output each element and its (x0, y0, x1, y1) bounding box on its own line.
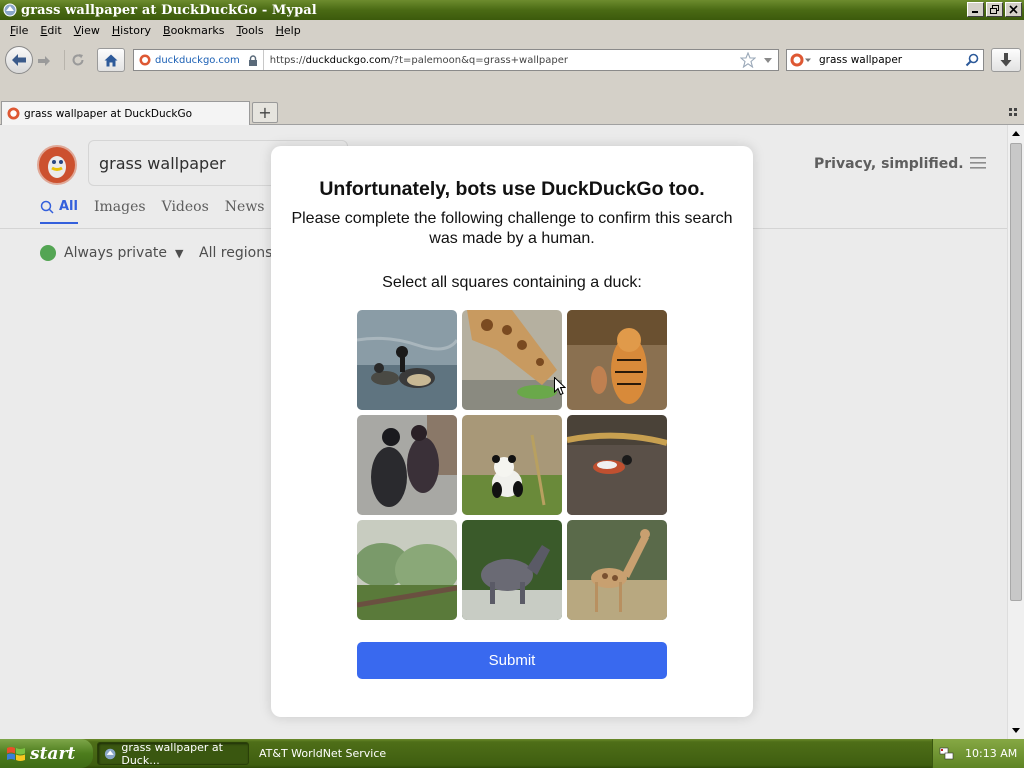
home-icon (104, 54, 118, 66)
start-button[interactable]: start (0, 739, 93, 768)
address-bar[interactable]: duckduckgo.com https://duckduckgo.com/?t… (133, 49, 779, 71)
windows-flag-icon (7, 746, 25, 761)
menu-view[interactable]: View (68, 24, 106, 37)
challenge-image-grid (357, 310, 667, 620)
challenge-tile-bushes[interactable] (357, 520, 457, 620)
challenge-tile-dark-ducks[interactable] (357, 415, 457, 515)
magnifier-icon[interactable] (965, 53, 979, 67)
tab-strip: grass wallpaper at DuckDuckGo + (0, 79, 1024, 125)
challenge-tile-duck-swimming[interactable] (567, 415, 667, 515)
menu-help[interactable]: Help (270, 24, 307, 37)
bushes-image (357, 520, 457, 620)
giraffe-eating-image (462, 310, 562, 410)
new-tab-button[interactable]: + (252, 102, 278, 123)
window-titlebar: grass wallpaper at DuckDuckGo - Mypal (0, 0, 1024, 20)
taskbar: start grass wallpaper at Duck... AT&T Wo… (0, 739, 1024, 768)
forward-button[interactable] (33, 51, 55, 71)
taskbar-item-worldnet[interactable]: AT&T WorldNet Service (253, 742, 403, 765)
menu-edit[interactable]: Edit (34, 24, 67, 37)
download-arrow-icon (1000, 53, 1012, 67)
minimize-icon (972, 11, 978, 13)
challenge-subtitle: Please complete the following challenge … (291, 210, 733, 247)
bookmark-star-icon[interactable] (740, 52, 756, 68)
chevron-down-icon[interactable] (763, 54, 773, 66)
taskbar-item-label: grass wallpaper at Duck... (121, 740, 223, 767)
lock-icon (248, 54, 257, 66)
challenge-title: Unfortunately, bots use DuckDuckGo too. (319, 178, 705, 200)
menubar: File Edit View History Bookmarks Tools H… (0, 20, 1024, 41)
scroll-down-button[interactable] (1008, 723, 1024, 739)
system-tray: 10:13 AM (932, 739, 1024, 768)
duckduckgo-engine-icon (790, 53, 804, 67)
nilgai-image (462, 520, 562, 620)
window-title: grass wallpaper at DuckDuckGo - Mypal (21, 2, 317, 18)
menu-bookmarks[interactable]: Bookmarks (157, 24, 230, 37)
site-identity-button[interactable]: duckduckgo.com (134, 50, 264, 70)
search-bar-input[interactable]: grass wallpaper (819, 54, 902, 66)
url-path: /?t=palemoon&q=grass+wallpaper (390, 54, 568, 66)
duck-swimming-image (567, 415, 667, 515)
duckduckgo-favicon-icon (139, 54, 151, 66)
menu-file[interactable]: File (4, 24, 34, 37)
taskbar-item-label: AT&T WorldNet Service (259, 747, 387, 760)
identity-site-label: duckduckgo.com (155, 54, 240, 66)
scroll-up-button[interactable] (1008, 125, 1024, 141)
search-engine-button[interactable] (787, 53, 815, 67)
menu-history[interactable]: History (106, 24, 157, 37)
tiger-image (567, 310, 667, 410)
mouse-cursor-icon (554, 377, 566, 396)
bot-challenge-modal: Unfortunately, bots use DuckDuckGo too. … (271, 146, 753, 717)
search-bar[interactable]: grass wallpaper (786, 49, 984, 71)
giraffe-walking-image (567, 520, 667, 620)
ducks-on-water-image (357, 310, 457, 410)
chevron-down-icon (805, 58, 811, 62)
tray-clock[interactable]: 10:13 AM (965, 747, 1017, 760)
arrow-right-icon (38, 56, 50, 66)
menu-tools[interactable]: Tools (230, 24, 269, 37)
challenge-prompt: Select all squares containing a duck: (382, 274, 642, 291)
restore-icon (990, 5, 999, 14)
taskbar-item-browser[interactable]: grass wallpaper at Duck... (97, 740, 249, 767)
reload-icon (72, 54, 83, 66)
dark-ducks-image (357, 415, 457, 515)
downloads-button[interactable] (991, 48, 1021, 72)
network-tray-icon[interactable] (939, 747, 955, 761)
panda-image (462, 415, 562, 515)
window-controls (967, 2, 1022, 17)
mypal-taskbar-icon (104, 748, 116, 759)
submit-button[interactable]: Submit (357, 642, 667, 679)
challenge-tile-nilgai[interactable] (462, 520, 562, 620)
challenge-tile-giraffe-eating[interactable] (462, 310, 562, 410)
page-content: grass wallpaper All Images Videos News M… (0, 125, 1007, 739)
challenge-tile-giraffe-walking[interactable] (567, 520, 667, 620)
scroll-thumb[interactable] (1010, 143, 1022, 601)
home-button[interactable] (97, 48, 125, 72)
list-all-tabs-icon[interactable] (1009, 108, 1018, 117)
url-host: duckduckgo.com (305, 54, 391, 66)
restore-button[interactable] (986, 2, 1003, 17)
tab-grass-wallpaper[interactable]: grass wallpaper at DuckDuckGo (1, 101, 250, 125)
challenge-tile-tiger[interactable] (567, 310, 667, 410)
start-label: start (30, 743, 76, 764)
triangle-down-icon (1012, 728, 1020, 733)
minimize-button[interactable] (967, 2, 984, 17)
challenge-tile-panda[interactable] (462, 415, 562, 515)
navigation-toolbar: duckduckgo.com https://duckduckgo.com/?t… (0, 41, 1024, 79)
challenge-tile-ducks-water[interactable] (357, 310, 457, 410)
close-icon (1009, 5, 1018, 14)
url-prefix: https:// (269, 54, 306, 66)
url-text[interactable]: https://duckduckgo.com/?t=palemoon&q=gra… (270, 55, 568, 66)
triangle-up-icon (1012, 131, 1020, 136)
tab-label: grass wallpaper at DuckDuckGo (24, 107, 193, 120)
mypal-app-icon (3, 3, 17, 17)
arrow-left-icon (12, 54, 26, 66)
vertical-scrollbar[interactable] (1007, 125, 1024, 739)
duckduckgo-favicon-icon (7, 107, 20, 120)
close-button[interactable] (1005, 2, 1022, 17)
reload-button[interactable] (64, 50, 86, 70)
back-button[interactable] (5, 46, 33, 74)
